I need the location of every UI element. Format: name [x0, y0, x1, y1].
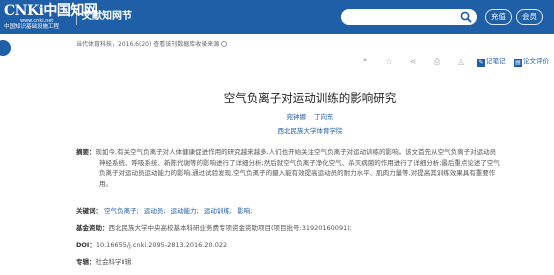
abstract-section: 摘要：现如今,有关空气负离子对人体健康促进作用的研究越来越多,人们也开始关注空气…	[76, 147, 550, 189]
fund-row: 基金资助：西北民族大学中央高校基本科研业务费专项资金资助项目(项目批号:3192…	[76, 224, 352, 233]
journal-meta: 当代体育科技，2016,6(20) 查看该刊数据库收录来源	[76, 41, 228, 49]
search-icon[interactable]	[459, 10, 473, 24]
notes-label: 记笔记	[486, 57, 506, 65]
abstract-line: 摘要：现如今,有关空气负离子对人体健康促进作用的研究越来越多,人们也开始关注空气…	[76, 147, 550, 158]
keywords-label: 关键词：	[76, 207, 102, 215]
abstract-line: 神经系统、呼吸系统、新陈代谢等的影响进行了详细分析;然后就空气负离子净化空气、杀…	[99, 158, 500, 167]
note-icon: ✎	[477, 59, 485, 67]
doi-label: DOI：	[76, 241, 96, 249]
abstract-label: 摘要：	[76, 148, 96, 156]
keyword-link[interactable]: 运动员;	[144, 207, 166, 215]
member-button[interactable]: 会员	[516, 9, 543, 25]
print-icon[interactable]: ⎙	[432, 57, 442, 67]
charge-button[interactable]: 充值	[485, 9, 512, 25]
cnki-logo[interactable]: CNKi中国知网 www.cnki.net 中国知识基础设施工程	[4, 3, 98, 31]
site-name[interactable]: 文献知网节	[82, 9, 132, 25]
journal-meta-text[interactable]: 当代体育科技，2016,6(20) 查看该刊数据库收录来源	[76, 41, 219, 48]
abstract-line: 用。	[99, 179, 112, 188]
author-link[interactable]: 宛钟娜	[286, 113, 306, 121]
keyword-link[interactable]: 空气负离子;	[104, 207, 139, 215]
keyword-link[interactable]: 运动训练;	[204, 207, 232, 215]
doi-text: 10.16655/j.cnki.2095-2813.2016.20.022	[95, 241, 228, 249]
top-header-bar: CNKi中国知网 www.cnki.net 中国知识基础设施工程 文献知网节 充…	[0, 0, 554, 34]
fund-text[interactable]: 西北民族大学中央高校基本科研业务费专项资金资助项目(项目批号:319201600…	[109, 224, 352, 232]
author-affiliation[interactable]: 西北民族大学体育学院	[0, 127, 554, 136]
evaluate-label: 论文评价	[523, 57, 549, 65]
notes-button[interactable]: ✎ 记笔记	[477, 56, 506, 67]
logo-subtitle: 中国知识基础设施工程	[4, 24, 60, 30]
info-icon[interactable]	[221, 41, 228, 47]
abstract-line: 负离子对运动员运动能力的影响,通过试验发现,空气负离子的摄入能有效提高运动员的耐…	[99, 169, 496, 177]
evaluate-button[interactable]: ▤ 论文评价	[514, 56, 549, 67]
side-panel-toggle[interactable]	[0, 40, 11, 56]
star-icon[interactable]: ☆	[384, 57, 394, 67]
evaluate-icon: ▤	[514, 59, 522, 67]
doi-row: DOI：10.16655/j.cnki.2095-2813.2016.20.02…	[76, 241, 227, 250]
search-input[interactable]	[341, 9, 477, 25]
album-text: 社会科学Ⅱ辑	[95, 258, 132, 266]
share-icon[interactable]: ⋖	[408, 57, 418, 67]
album-row: 专辑：社会科学Ⅱ辑	[76, 258, 131, 267]
article-title: 空气负离子对运动训练的影响研究	[223, 91, 397, 105]
keyword-link[interactable]: 运动能力;	[171, 207, 199, 215]
author-link[interactable]: 丁向东	[314, 113, 334, 121]
keyword-link[interactable]: 影响;	[237, 207, 252, 215]
author-list: 宛钟娜 丁向东	[0, 113, 554, 122]
abstract-text: 现如今,有关空气负离子对人体健康促进作用的研究越来越多,人们也开始关注空气负离子…	[95, 148, 497, 156]
album-label: 专辑：	[76, 258, 96, 266]
keywords-row: 关键词： 空气负离子; 运动员; 运动能力; 运动训练; 影响;	[76, 207, 255, 216]
bell-icon[interactable]: ◬	[456, 57, 466, 67]
fund-label: 基金资助：	[76, 224, 109, 232]
header-divider	[76, 9, 77, 25]
quote-icon[interactable]: ❝	[360, 57, 370, 67]
